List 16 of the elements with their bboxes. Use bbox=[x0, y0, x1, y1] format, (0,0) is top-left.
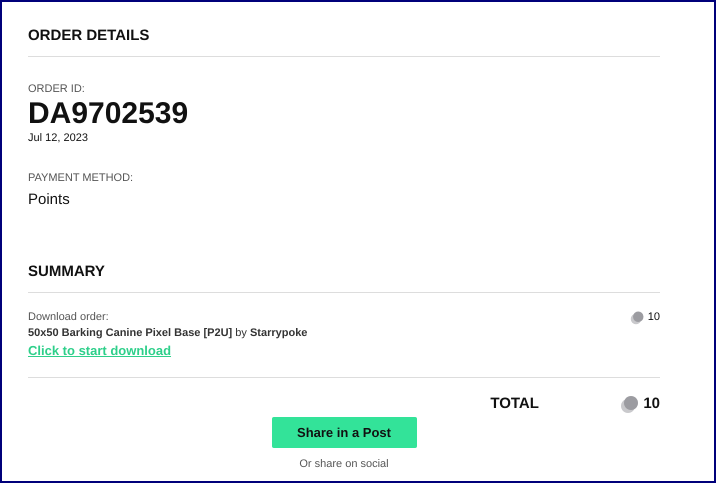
section-title: ORDER DETAILS bbox=[28, 26, 150, 46]
item-title: 50x50 Barking Canine Pixel Base [P2U] by Starrypoke bbox=[28, 326, 308, 341]
field-label: PAYMENT METHOD: bbox=[28, 171, 134, 185]
item-points: 10 bbox=[648, 310, 660, 325]
order-date: Jul 12, 2023 bbox=[28, 131, 89, 145]
total-label: TOTAL bbox=[490, 394, 540, 414]
share-social-text: Or share on social bbox=[299, 457, 389, 472]
coin-icon bbox=[630, 310, 645, 324]
order-id: DA9702539 bbox=[28, 97, 190, 131]
section-title: SUMMARY bbox=[28, 262, 106, 282]
item-label: Download order: bbox=[28, 310, 110, 325]
coin-icon bbox=[620, 394, 640, 414]
share-button[interactable]: Share in a Post bbox=[272, 417, 416, 448]
payment-method: Points bbox=[28, 190, 71, 210]
field-label: ORDER ID: bbox=[28, 82, 86, 96]
total-points: 10 bbox=[643, 394, 660, 414]
